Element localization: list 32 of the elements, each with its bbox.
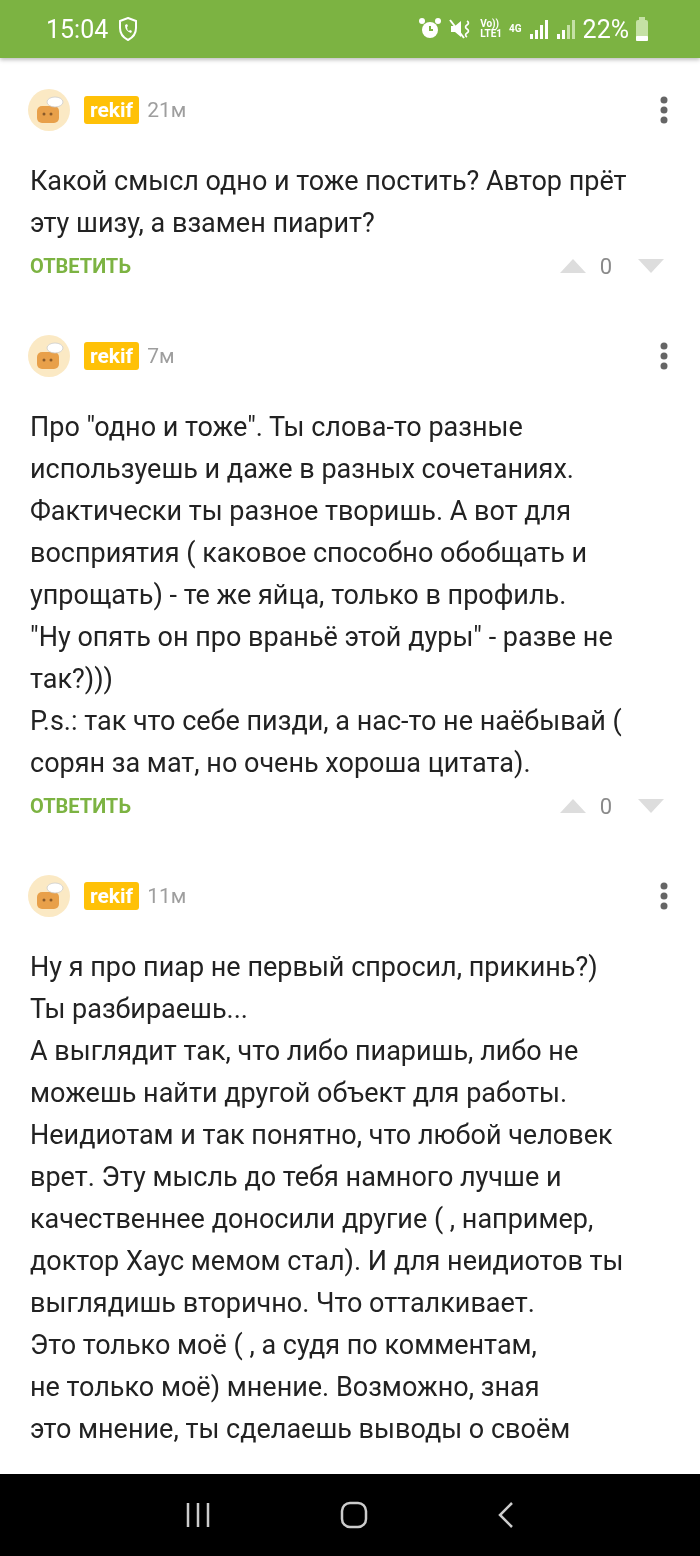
reply-button[interactable]: ОТВЕТИТЬ [28,794,131,818]
avatar-icon [28,335,70,377]
data-type-label: 4G [509,24,522,34]
comment-text: Какой смысл одно и тоже постить? Автор прёт эту шизу, а взамен пиарит? [30,164,628,241]
reply-button[interactable]: ОТВЕТИТЬ [28,254,131,278]
comment-time: 11м [147,884,187,908]
more-icon[interactable] [660,882,668,910]
author-name[interactable]: rekif [84,342,140,370]
more-icon[interactable] [660,96,668,124]
author-name[interactable]: rekif [84,882,140,910]
author-name[interactable]: rekif [84,96,140,124]
alarm-icon [418,17,443,41]
avatar-icon [28,89,70,131]
volte-label: Vo)) [480,19,500,29]
avatar-icon [28,875,70,917]
comment-text: Про "одно и тоже". Ты слова-то разные используешь и даже в разных сочетаниях. Фактически ты разное творишь. А вот для восприятия ( каковое способно обобщать и упрощать) - те же яйца, только в профиль. "Ну опять он про враньё этой дуры" - разве не так?))) P.s.: так что себе пизди, а нас-то не наёбывай ( сорян за мат, но очень хороша цитата). [30,410,623,781]
comment-time: 21м [147,98,187,122]
clock-time: 15:04 [46,14,109,44]
more-icon[interactable] [660,342,668,370]
home-icon[interactable] [340,1501,368,1529]
signal-icon [555,19,576,39]
battery-icon [636,17,648,41]
recent-apps-icon[interactable] [184,1501,212,1529]
battery-percent: 22% [582,14,629,44]
back-icon[interactable] [496,1501,516,1529]
comment-score: 0 [599,793,612,819]
shield-icon [118,17,139,41]
comment-time: 7м [147,344,175,368]
comment-text: Ну я про пиар не первый спросил, прикинь?) Ты разбираешь... А выглядит так, что либо пиаришь, либо не можешь найти другой объект для работы. Неидиотам и так понятно, что любой человек врет. Эту мысль до тебя намного лучше и качественнее доносили другие ( , например, доктор Хаус мемом стал). И для неидиотов ты выглядишь вторично. Что отталкивает. Это только моё ( , а судя по комментам, не только моё) мнение. Возможно, зная это мнение, ты сделаешь выводы о своём [30,950,625,1447]
comment-score: 0 [599,253,612,279]
lte-label: LTE1 [480,29,502,39]
signal-icon [528,19,549,39]
